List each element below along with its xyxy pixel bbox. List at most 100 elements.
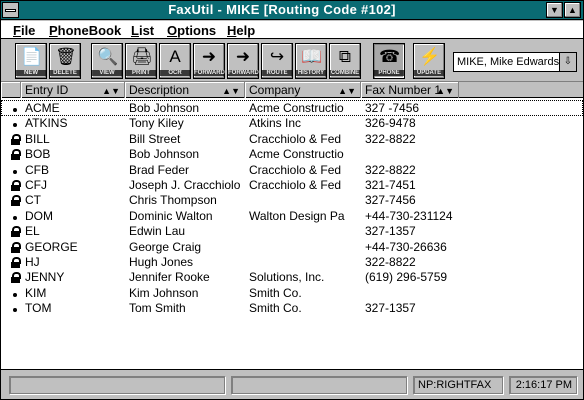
- table-row[interactable]: BOB Bob Johnson Acme Constructio: [1, 146, 583, 162]
- menu-options[interactable]: Options: [167, 23, 216, 38]
- table-row[interactable]: ATKINS Tony Kiley Atkins Inc 326-9478: [1, 115, 583, 131]
- table-row[interactable]: CFJ Joseph J. Cracchiolo Cracchiolo & Fed 3…: [1, 177, 583, 193]
- new-button[interactable]: 📄 NEW: [15, 43, 47, 79]
- menu-list[interactable]: List: [131, 23, 154, 38]
- table-row[interactable]: JENNY Jennifer Rooke Solutions, Inc. (619) …: [1, 269, 583, 285]
- maximize-button[interactable]: ▲: [564, 2, 581, 18]
- sort-icon: ▲▼: [338, 86, 356, 96]
- ocr-button[interactable]: A OCR: [159, 43, 191, 79]
- col-head-entry-id-label: Entry ID: [25, 83, 69, 97]
- col-head-fax-label: Fax Number 1: [365, 83, 442, 97]
- phonebook-grid: ACME Bob Johnson Acme Constructio 327 -7456…: [1, 98, 583, 370]
- view-button[interactable]: 🔍 VIEW: [91, 43, 123, 79]
- forward-icon: ➜: [235, 47, 251, 66]
- minimize-icon: ▼: [550, 5, 559, 15]
- table-row[interactable]: KIM Kim Johnson Smith Co.: [1, 285, 583, 301]
- trash-icon: 🗑: [55, 47, 77, 66]
- table-row[interactable]: HJ Hugh Jones 322-8822: [1, 254, 583, 270]
- menu-phonebook[interactable]: PhoneBook: [49, 23, 121, 38]
- combine-button[interactable]: ⧉ COMBINE: [329, 43, 361, 79]
- user-select-value: MIKE, Mike Edwards: [457, 56, 560, 68]
- menu-help-label: elp: [236, 23, 256, 38]
- sort-icon: ▲▼: [102, 86, 120, 96]
- forward-icon: ➜: [201, 47, 217, 66]
- menu-file-mnemonic: F: [13, 23, 21, 38]
- menu-help[interactable]: Help: [227, 23, 255, 38]
- window-title: FaxUtil - MIKE [Routing Code #102]: [168, 2, 396, 17]
- fax-number-cell: +44-730-231124: [365, 208, 453, 223]
- phone-label: PHONE: [374, 70, 404, 76]
- description-cell: George Craig: [129, 239, 202, 254]
- col-head-company-label: Company: [249, 83, 301, 97]
- company-cell: Smith Co.: [249, 301, 302, 316]
- minimize-button[interactable]: ▼: [546, 2, 563, 18]
- col-head-entry-id[interactable]: Entry ID ▲▼: [21, 82, 125, 98]
- table-row[interactable]: TOM Tom Smith Smith Co. 327-1357: [1, 300, 583, 316]
- company-cell: Smith Co.: [249, 285, 302, 300]
- history-button[interactable]: 📖 HISTORY: [295, 43, 327, 79]
- menu-options-label: ptions: [177, 23, 217, 38]
- phone-button[interactable]: ☎ PHONE: [373, 43, 405, 79]
- print-button[interactable]: 🖨 PRINT: [125, 43, 157, 79]
- faxutil-window: FaxUtil - MIKE [Routing Code #102] ▼ ▲ F…: [0, 0, 584, 400]
- system-menu-button[interactable]: [2, 2, 19, 18]
- forward-label-2: FORWARD: [228, 70, 259, 76]
- col-head-fax[interactable]: Fax Number 1 ▲▼: [361, 82, 459, 98]
- title-bar[interactable]: FaxUtil - MIKE [Routing Code #102] ▼ ▲: [1, 1, 583, 20]
- menu-list-label: ist: [138, 23, 155, 38]
- table-row[interactable]: BILL Bill Street Cracchiolo & Fed 322-8822: [1, 131, 583, 147]
- user-select[interactable]: MIKE, Mike Edwards ⇩: [453, 52, 577, 72]
- sort-icon: ▲▼: [436, 86, 454, 96]
- bullet-icon: [9, 286, 21, 300]
- menu-options-mnemonic: O: [167, 23, 178, 38]
- dropdown-arrow-icon[interactable]: ⇩: [559, 53, 576, 71]
- fax-number-cell: 322-8822: [365, 255, 416, 269]
- fax-number-cell: (619) 296-5759: [365, 270, 448, 285]
- description-cell: Kim Johnson: [129, 285, 199, 300]
- table-row[interactable]: CFB Brad Feder Cracchiolo & Fed 322-8822: [1, 162, 583, 178]
- fax-number-cell: 326-9478: [365, 116, 416, 131]
- table-row[interactable]: GEORGE George Craig +44-730-26636: [1, 239, 583, 255]
- forward-label: FORWARD: [194, 70, 225, 76]
- description-cell: Bill Street: [129, 131, 181, 146]
- print-icon: 🖨: [131, 47, 153, 66]
- fax-number-cell: 322-8822: [365, 131, 416, 146]
- phone-icon: ☎: [379, 47, 401, 66]
- entry-id-cell: HJ: [25, 255, 40, 269]
- bullet-icon: [9, 301, 21, 315]
- company-cell: Walton Design Pa: [249, 208, 345, 223]
- menu-file[interactable]: File: [13, 23, 35, 38]
- menu-list-mnemonic: L: [131, 23, 139, 38]
- entry-id-cell: TOM: [25, 301, 52, 316]
- entry-id-cell: GEORGE: [25, 239, 78, 254]
- table-row[interactable]: CT Chris Thompson 327-7456: [1, 192, 583, 208]
- ocr-label: OCR: [160, 70, 190, 76]
- route-button[interactable]: ↪ ROUTE: [261, 43, 293, 79]
- table-row[interactable]: ACME Bob Johnson Acme Constructio 327 -7456: [1, 100, 583, 116]
- delete-button[interactable]: 🗑 DELETE: [49, 43, 81, 79]
- description-cell: Chris Thompson: [129, 193, 217, 208]
- view-icon: 🔍: [97, 47, 119, 66]
- forward-button[interactable]: ➜ FORWARD: [193, 43, 225, 79]
- col-head-company[interactable]: Company ▲▼: [245, 82, 361, 98]
- entry-id-cell: ATKINS: [25, 116, 68, 131]
- description-cell: Hugh Jones: [129, 255, 194, 269]
- company-cell: Acme Constructio: [249, 101, 344, 115]
- table-row[interactable]: DOM Dominic Walton Walton Design Pa +44-730…: [1, 208, 583, 224]
- table-row[interactable]: EL Edwin Lau 327-1357: [1, 223, 583, 239]
- combine-label: COMBINE: [330, 70, 360, 76]
- menu-file-label: ile: [20, 23, 36, 38]
- combine-icon: ⧉: [338, 47, 352, 66]
- status-bar: NP:RIGHTFAX 2:16:17 PM: [1, 371, 583, 399]
- entry-id-cell: BILL: [25, 131, 50, 146]
- col-head-description[interactable]: Description ▲▼: [125, 82, 245, 98]
- entry-id-cell: CFJ: [25, 178, 47, 192]
- update-button[interactable]: ⚡ UPDATE: [413, 43, 445, 79]
- entry-id-cell: JENNY: [25, 270, 65, 285]
- entry-id-cell: CT: [25, 193, 41, 208]
- description-cell: Tom Smith: [129, 301, 186, 316]
- fax-number-cell: 327 -7456: [365, 101, 420, 115]
- maximize-icon: ▲: [568, 5, 577, 15]
- forward-button-2[interactable]: ➜ FORWARD: [227, 43, 259, 79]
- company-cell: Atkins Inc: [249, 116, 302, 131]
